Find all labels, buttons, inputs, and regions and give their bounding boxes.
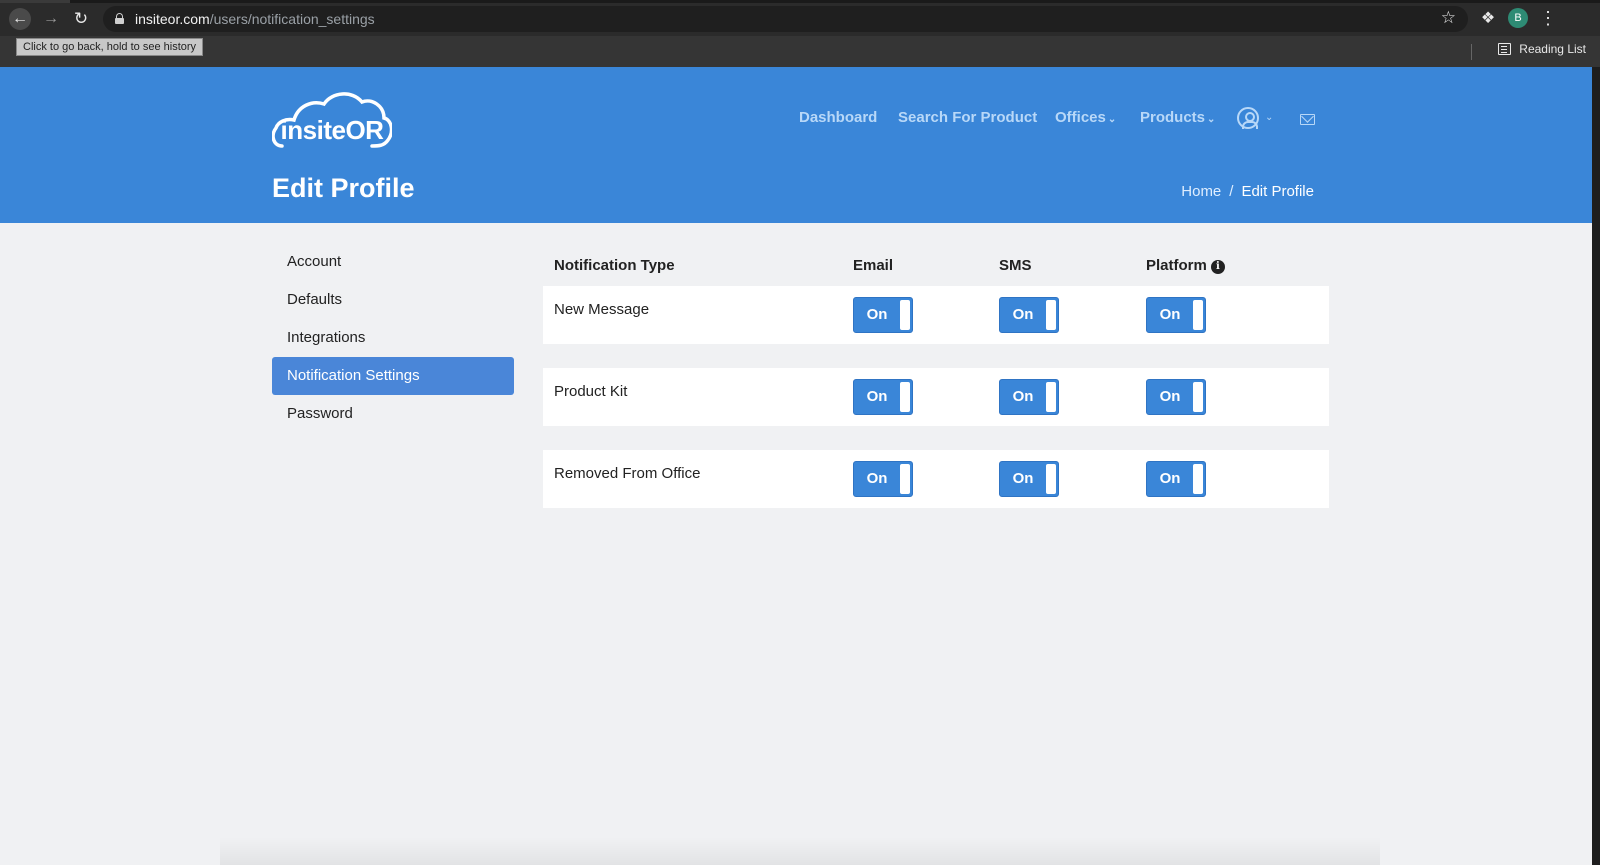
row-label-removed-from-office: Removed From Office [554,465,701,482]
table-row: New Message On On On [543,286,1329,344]
toggle-label: On [1012,388,1034,405]
reading-list-label: Reading List [1519,42,1586,56]
browser-toolbar: ← → ↻ insiteor.com/users/notification_se… [0,0,1600,36]
nav-offices-label: Offices [1055,109,1106,126]
toggle-platform[interactable]: On [1146,379,1206,415]
tab-strip [0,0,1600,3]
toggle-knob [1193,382,1203,412]
kebab-menu-icon[interactable]: ⋮ [1539,8,1557,28]
reload-icon[interactable]: ↻ [70,8,92,30]
tab-edge [0,0,70,3]
toggle-sms[interactable]: On [999,379,1059,415]
toggle-label: On [1012,470,1034,487]
row-label-product-kit: Product Kit [554,383,628,400]
breadcrumb: Home / Edit Profile [1181,183,1314,200]
back-tooltip: Click to go back, hold to see history [16,38,204,56]
url-text[interactable]: insiteor.com/users/notification_settings [135,11,375,27]
toggle-email[interactable]: On [853,297,913,333]
toggle-label: On [1159,388,1181,405]
toggle-platform[interactable]: On [1146,297,1206,333]
mail-icon[interactable] [1300,114,1315,125]
chevron-down-icon[interactable]: ⌄ [1265,112,1273,123]
row-label-new-message: New Message [554,301,650,318]
toggle-label: On [866,388,888,405]
bookmarks-bar: Click to go back, hold to see history Re… [0,36,1600,67]
breadcrumb-home[interactable]: Home [1181,183,1221,200]
page-viewport: insiteOR Dashboard Search For Product Of… [0,67,1600,865]
toggle-knob [1046,382,1056,412]
page-title: Edit Profile [272,173,415,203]
toggle-email[interactable]: On [853,461,913,497]
window-edge [1592,67,1600,865]
table-row: Removed From Office On On On [543,450,1329,508]
profile-avatar[interactable]: B [1508,8,1528,28]
address-bar[interactable]: insiteor.com/users/notification_settings… [103,6,1468,32]
sidebar-item-notification-settings[interactable]: Notification Settings [272,357,514,395]
sidebar-item-password[interactable]: Password [272,395,514,433]
toggle-knob [900,382,910,412]
toggle-label: On [1012,306,1034,323]
breadcrumb-current: Edit Profile [1241,183,1314,200]
footer-shadow [220,837,1380,865]
toggle-knob [900,300,910,330]
nav-offices[interactable]: Offices ⌄ [1055,109,1116,126]
header-platform: Platform i [1146,257,1225,274]
toggle-label: On [866,306,888,323]
nav-products[interactable]: Products ⌄ [1140,109,1215,126]
reading-list-icon [1498,43,1512,55]
chevron-down-icon: ⌄ [1207,114,1216,125]
toggle-knob [1046,300,1056,330]
bookmark-star-icon[interactable]: ☆ [1441,8,1456,28]
notification-settings-table: Notification Type Email SMS Platform i Ne… [543,243,1329,532]
sidebar-item-defaults[interactable]: Defaults [272,281,514,319]
toggle-knob [1046,464,1056,494]
toggle-label: On [866,470,888,487]
forward-icon[interactable]: → [40,8,62,30]
nav-products-label: Products [1140,109,1206,126]
bookmark-divider [1471,44,1472,60]
toggle-email[interactable]: On [853,379,913,415]
table-row: Product Kit On On On [543,368,1329,426]
toggle-sms[interactable]: On [999,461,1059,497]
toggle-knob [1193,300,1203,330]
toggle-label: On [1159,306,1181,323]
sidebar-item-account[interactable]: Account [272,243,514,281]
info-icon[interactable]: i [1210,260,1225,274]
lock-icon[interactable] [115,13,124,24]
back-icon[interactable]: ← [9,8,31,30]
toggle-sms[interactable]: On [999,297,1059,333]
user-account-icon[interactable] [1237,107,1259,129]
table-header: Notification Type Email SMS Platform i [543,243,1329,286]
reading-list-button[interactable]: Reading List [1498,42,1586,56]
toggle-knob [1193,464,1203,494]
nav-search-for-product[interactable]: Search For Product [898,109,1037,126]
breadcrumb-separator: / [1229,183,1234,200]
header-notification-type: Notification Type [554,257,675,274]
header-sms: SMS [999,257,1032,274]
puzzle-extensions-icon[interactable]: ❖ [1478,8,1498,28]
sidebar-item-integrations[interactable]: Integrations [272,319,514,357]
toggle-knob [900,464,910,494]
header-banner: insiteOR Dashboard Search For Product Of… [0,67,1600,223]
header-email: Email [853,257,894,274]
nav-dashboard[interactable]: Dashboard [799,109,877,126]
toggle-platform[interactable]: On [1146,461,1206,497]
main-nav: Dashboard Search For Product Offices ⌄ Pr… [0,107,1600,135]
header-platform-label: Platform [1146,257,1207,274]
toggle-label: On [1159,470,1181,487]
settings-sidebar: Account Defaults Integrations Notificati… [272,243,514,433]
chevron-down-icon: ⌄ [1107,114,1117,125]
